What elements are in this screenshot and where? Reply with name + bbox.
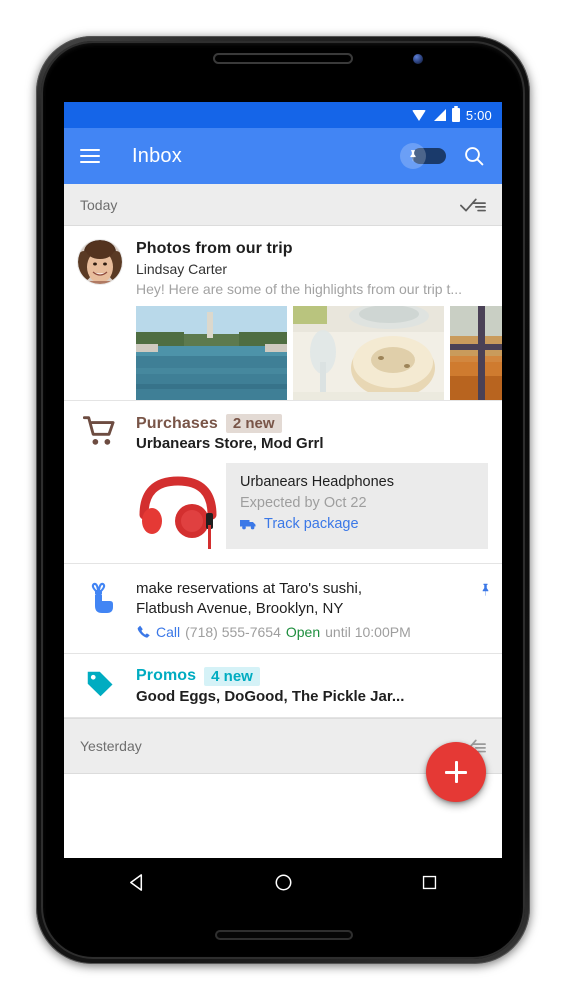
pin-icon <box>482 583 488 596</box>
promos-title: Promos <box>136 667 197 684</box>
list-item-email[interactable]: Photos from our trip Lindsay Carter Hey!… <box>64 226 502 401</box>
avatar <box>78 240 122 284</box>
photo-dessert-plate[interactable] <box>293 306 444 400</box>
email-snippet: Hey! Here are some of the highlights fro… <box>136 281 463 297</box>
nav-recents-button[interactable] <box>407 860 451 904</box>
purchases-title: Purchases <box>136 414 218 432</box>
open-status: Open <box>285 623 321 640</box>
list-item-promos[interactable]: Promos 4 new Good Eggs, DoGood, The Pick… <box>64 653 502 718</box>
purchases-new-badge: 2 new <box>225 414 282 433</box>
red-headphones-photo <box>130 463 226 549</box>
track-package-link[interactable]: Track package <box>240 516 476 532</box>
nav-home-button[interactable] <box>261 860 305 904</box>
shopping-cart-icon <box>78 414 122 549</box>
track-package-label: Track package <box>264 516 359 532</box>
hamburger-menu-icon[interactable] <box>80 148 100 164</box>
back-triangle-icon <box>129 873 142 891</box>
pin-toggle[interactable] <box>400 143 446 169</box>
wifi-icon <box>411 109 427 122</box>
phone-icon <box>137 625 150 638</box>
bottom-speaker-grille <box>215 930 353 940</box>
reminder-line-2: Flatbush Avenue, Brooklyn, NY <box>136 600 344 618</box>
reminder-line-1: make reservations at Taro's sushi, <box>136 580 363 597</box>
battery-icon <box>451 106 460 122</box>
nav-back-button[interactable] <box>115 860 159 904</box>
front-camera <box>413 54 423 64</box>
finger-string-reminder-icon <box>78 579 122 640</box>
photo-reflecting-pool[interactable] <box>136 306 287 400</box>
phone-screen: 5:00 Inbox Today Photos from our trip Li… <box>64 102 502 858</box>
app-toolbar: Inbox <box>64 128 502 184</box>
section-label: Yesterday <box>80 737 142 754</box>
section-label: Today <box>80 196 118 213</box>
list-item-purchases[interactable]: Purchases 2 new Urbanears Store, Mod Grr… <box>64 401 502 564</box>
compose-fab[interactable] <box>426 742 486 802</box>
opening-hours: until 10:00PM <box>325 623 411 640</box>
page-title: Inbox <box>132 144 182 167</box>
section-header-today: Today <box>64 184 502 226</box>
signal-icon <box>433 108 446 122</box>
phone-number: (718) 555-7654 <box>185 623 281 640</box>
promos-subtitle: Good Eggs, DoGood, The Pickle Jar... <box>136 687 405 705</box>
status-bar-clock: 5:00 <box>465 107 492 123</box>
inbox-list: Photos from our trip Lindsay Carter Hey!… <box>64 226 502 774</box>
email-subject: Photos from our trip <box>136 240 293 257</box>
recents-square-icon <box>422 875 436 889</box>
promos-content: Promos 4 new Good Eggs, DoGood, The Pick… <box>136 666 502 705</box>
product-name: Urbanears Headphones <box>240 474 394 490</box>
android-nav-bar <box>64 858 502 906</box>
screenshot-stage: 5:00 Inbox Today Photos from our trip Li… <box>0 0 566 1000</box>
pin-reminder-button[interactable] <box>468 579 502 640</box>
email-content: Photos from our trip Lindsay Carter Hey!… <box>136 240 502 400</box>
reminder-content: make reservations at Taro's sushi, Flatb… <box>136 579 468 640</box>
expected-delivery: Expected by Oct 22 <box>240 495 367 511</box>
call-link[interactable]: Call <box>156 624 180 640</box>
purchases-subtitle: Urbanears Store, Mod Grrl <box>136 435 324 452</box>
status-bar: 5:00 <box>64 102 502 128</box>
list-item-reminder[interactable]: make reservations at Taro's sushi, Flatb… <box>64 564 502 654</box>
earpiece-speaker <box>213 53 353 64</box>
price-tag-icon <box>78 667 122 705</box>
done-all-icon[interactable] <box>460 196 486 214</box>
reminder-meta: Call (718) 555-7654 Open until 10:00PM <box>136 624 468 640</box>
purchase-info: Urbanears Headphones Expected by Oct 22 … <box>226 463 488 549</box>
pin-icon <box>410 150 416 162</box>
promos-new-badge: 4 new <box>204 666 260 686</box>
email-attachment-thumbnails <box>136 306 502 400</box>
delivery-truck-icon <box>240 520 256 530</box>
purchase-detail-card[interactable]: Urbanears Headphones Expected by Oct 22 … <box>130 463 488 549</box>
search-icon[interactable] <box>462 144 486 168</box>
email-sender: Lindsay Carter <box>136 261 228 277</box>
photo-autumn-window[interactable] <box>450 306 502 400</box>
home-circle-icon <box>275 874 291 890</box>
purchases-content: Purchases 2 new Urbanears Store, Mod Grr… <box>130 414 502 549</box>
pin-toggle-thumb <box>400 143 426 169</box>
